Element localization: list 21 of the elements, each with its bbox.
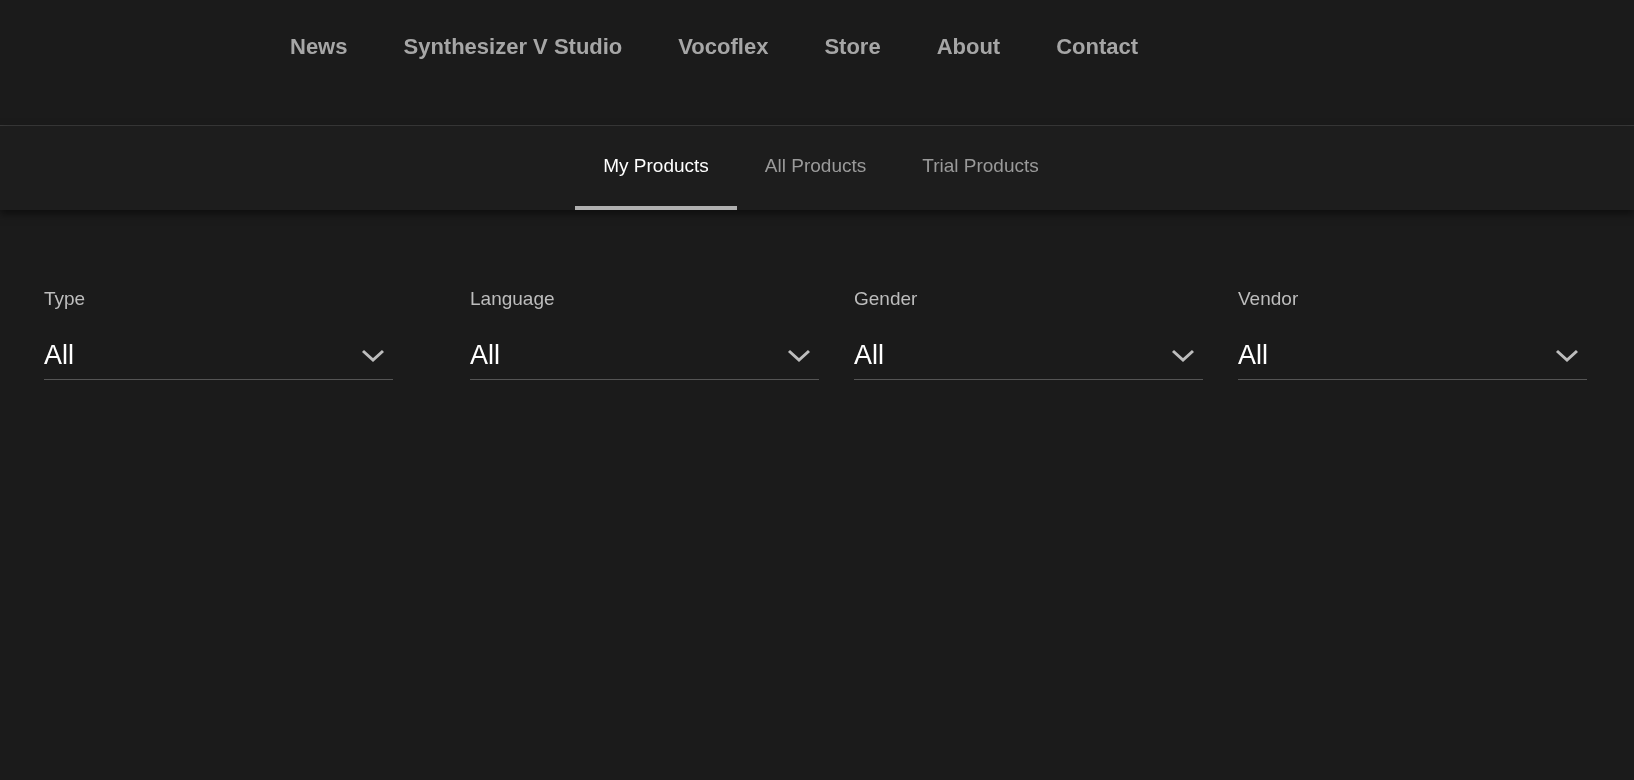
filter-dropdown[interactable]: All	[854, 332, 1203, 380]
product-tab[interactable]: Trial Products	[894, 126, 1067, 210]
product-tab[interactable]: My Products	[575, 126, 737, 210]
filter-label: Language	[470, 287, 556, 311]
nav-link[interactable]: Store	[824, 32, 881, 62]
filter-label: Gender	[854, 287, 919, 311]
chevron-down-icon	[1171, 348, 1195, 363]
filter-label: Vendor	[1238, 287, 1300, 311]
nav-link[interactable]: News	[290, 32, 348, 62]
nav-link[interactable]: Synthesizer V Studio	[403, 32, 623, 62]
nav-link[interactable]: Vocoflex	[678, 32, 769, 62]
nav-link[interactable]: About	[936, 32, 1001, 62]
product-tab[interactable]: All Products	[736, 126, 895, 210]
chevron-down-icon	[1555, 348, 1579, 363]
filter-label: Type	[44, 287, 87, 311]
nav-link[interactable]: Contact	[1056, 32, 1139, 62]
chevron-down-icon	[787, 348, 811, 363]
filter-dropdown[interactable]: All	[44, 332, 393, 380]
filter-dropdown[interactable]: All	[470, 332, 819, 380]
chevron-down-icon	[361, 348, 385, 363]
filter-dropdown[interactable]: All	[1238, 332, 1587, 380]
